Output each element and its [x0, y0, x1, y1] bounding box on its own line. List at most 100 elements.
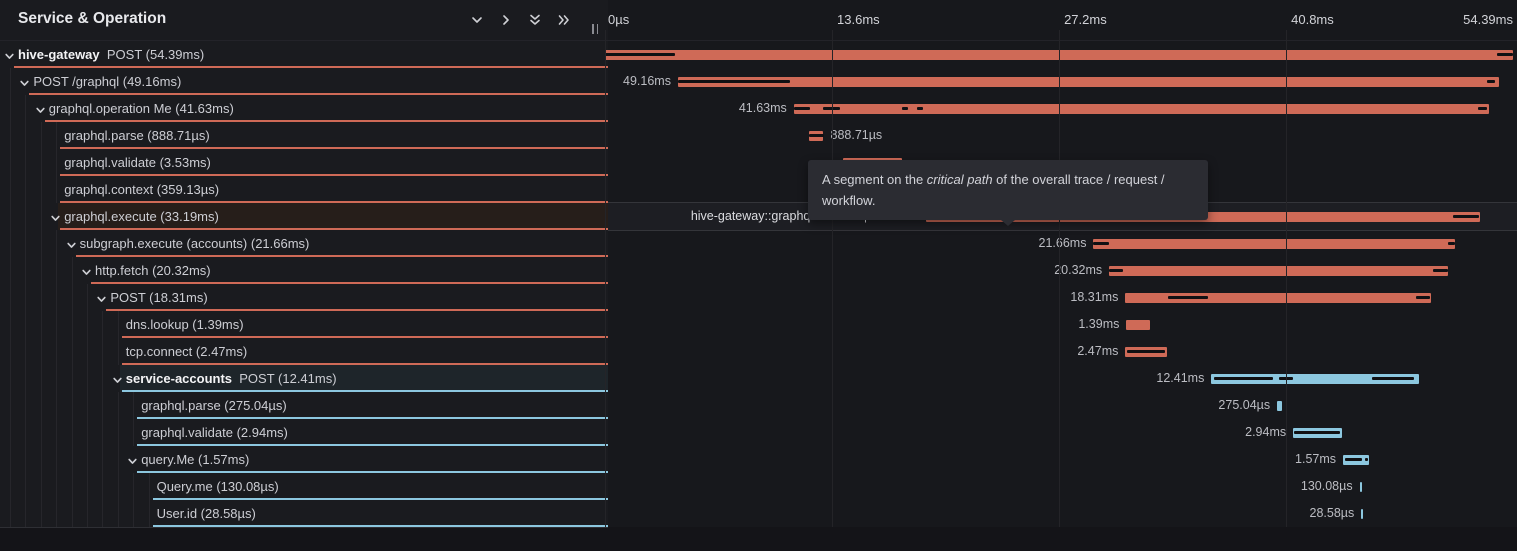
timeline-gridline [605, 30, 606, 527]
tree-indent-guide [25, 419, 26, 446]
tree-indent-guide [41, 257, 42, 284]
span-bar[interactable] [1361, 509, 1363, 519]
chevron-down-icon[interactable] [50, 211, 61, 222]
critical-path-segment [1416, 296, 1429, 299]
span-tree-label: graphql.context (359.13µs) [64, 182, 219, 197]
trace-viewer: Service & Operation hive-gateway POST (5… [0, 0, 1517, 551]
span-bar[interactable] [1093, 239, 1455, 249]
span-bar[interactable] [1277, 401, 1282, 411]
span-tree-row[interactable]: dns.lookup (1.39ms) [0, 311, 608, 338]
timeline-gridline [1286, 30, 1287, 527]
span-tree-row[interactable]: graphql.execute (33.19ms) [0, 203, 608, 230]
critical-path-segment [1372, 377, 1414, 380]
tree-indent-guide [10, 284, 11, 311]
tree-header-buttons [469, 12, 572, 28]
span-tree-row[interactable]: graphql.parse (888.71µs) [0, 122, 608, 149]
span-tree-row[interactable]: subgraph.execute (accounts) (21.66ms) [0, 230, 608, 257]
tree-indent-guide [41, 392, 42, 419]
tree-indent-guide [10, 419, 11, 446]
critical-path-segment [809, 134, 824, 137]
chevron-down-icon[interactable] [81, 265, 92, 276]
timeline-gridline [832, 30, 833, 527]
span-bar[interactable] [1109, 266, 1448, 276]
collapse-one-button[interactable] [498, 12, 514, 28]
span-tree-row[interactable]: User.id (28.58µs) [0, 500, 608, 527]
span-bar[interactable] [794, 104, 1489, 114]
span-tree-row[interactable]: graphql.validate (2.94ms) [0, 419, 608, 446]
tree-indent-guide [10, 473, 11, 500]
tree-indent-guide [25, 122, 26, 149]
tree-indent-guide [102, 446, 103, 473]
tree-indent-guide [10, 500, 11, 527]
span-tree-label: subgraph.execute (accounts) (21.66ms) [80, 236, 310, 251]
panel-resize-handle[interactable] [592, 24, 598, 34]
expand-one-button[interactable] [469, 12, 485, 28]
tree-indent-guide [87, 365, 88, 392]
chevron-down-icon[interactable] [66, 238, 77, 249]
tree-indent-guide [72, 338, 73, 365]
span-tree-row[interactable]: POST (18.31ms) [0, 284, 608, 311]
tree-indent-guide [118, 500, 119, 527]
tree-indent-guide [133, 419, 134, 446]
tree-indent-guide [118, 446, 119, 473]
chevron-down-icon[interactable] [112, 373, 123, 384]
tree-indent-guide [72, 419, 73, 446]
tree-indent-guide [56, 473, 57, 500]
span-tree-row[interactable]: service-accounts POST (12.41ms) [0, 365, 608, 392]
chevron-down-icon[interactable] [35, 103, 46, 114]
tree-indent-guide [102, 338, 103, 365]
span-tree-row[interactable]: query.Me (1.57ms) [0, 446, 608, 473]
service-name: service-accounts [126, 371, 232, 386]
tree-indent-guide [87, 473, 88, 500]
span-tree-row[interactable]: Query.me (130.08µs) [0, 473, 608, 500]
tree-indent-guide [87, 392, 88, 419]
tree-indent-guide [10, 338, 11, 365]
span-tree-row[interactable]: graphql.parse (275.04µs) [0, 392, 608, 419]
tree-indent-guide [102, 500, 103, 527]
span-tree-label: tcp.connect (2.47ms) [126, 344, 247, 359]
chevron-down-icon[interactable] [96, 292, 107, 303]
tree-indent-guide [10, 95, 11, 122]
tree-indent-guide [56, 311, 57, 338]
tree-indent-guide [56, 257, 57, 284]
tree-indent-guide [10, 446, 11, 473]
tree-indent-guide [41, 500, 42, 527]
collapse-all-button[interactable] [556, 12, 572, 28]
tree-indent-guide [10, 392, 11, 419]
span-bar[interactable] [1126, 320, 1149, 330]
chevrons-down-icon [527, 12, 543, 28]
critical-path-segment [605, 53, 675, 56]
span-tree-label: graphql.parse (888.71µs) [64, 128, 210, 143]
span-tree-row[interactable]: POST /graphql (49.16ms) [0, 68, 608, 95]
span-duration-label: 275.04µs [1218, 392, 1270, 419]
tree-indent-guide [10, 230, 11, 257]
chevrons-right-icon [556, 12, 572, 28]
span-tree-row[interactable]: tcp.connect (2.47ms) [0, 338, 608, 365]
critical-path-segment [1345, 458, 1363, 461]
span-bar[interactable] [1360, 482, 1362, 492]
tree-indent-guide [118, 419, 119, 446]
chevron-down-icon[interactable] [19, 76, 30, 87]
tree-indent-guide [149, 500, 150, 527]
span-tree-row[interactable]: graphql.validate (3.53ms) [0, 149, 608, 176]
tree-indent-guide [56, 446, 57, 473]
tree-indent-guide [10, 68, 11, 95]
tree-indent-guide [25, 95, 26, 122]
span-tree-row[interactable]: graphql.context (359.13µs) [0, 176, 608, 203]
span-bar[interactable] [678, 77, 1499, 87]
tree-panel-header: Service & Operation [0, 0, 608, 41]
tree-indent-guide [102, 311, 103, 338]
critical-path-segment [1168, 296, 1209, 299]
tooltip-arrow-icon [1001, 220, 1015, 226]
span-tree-row[interactable]: hive-gateway POST (54.39ms) [0, 41, 608, 68]
span-tree-row[interactable]: http.fetch (20.32ms) [0, 257, 608, 284]
tree-indent-guide [87, 284, 88, 311]
span-tree-row[interactable]: graphql.operation Me (41.63ms) [0, 95, 608, 122]
expand-all-button[interactable] [527, 12, 543, 28]
tree-indent-guide [87, 338, 88, 365]
tree-indent-guide [41, 311, 42, 338]
tree-indent-guide [133, 392, 134, 419]
chevron-down-icon[interactable] [127, 454, 138, 465]
chevron-down-icon[interactable] [4, 49, 15, 60]
tree-indent-guide [102, 365, 103, 392]
